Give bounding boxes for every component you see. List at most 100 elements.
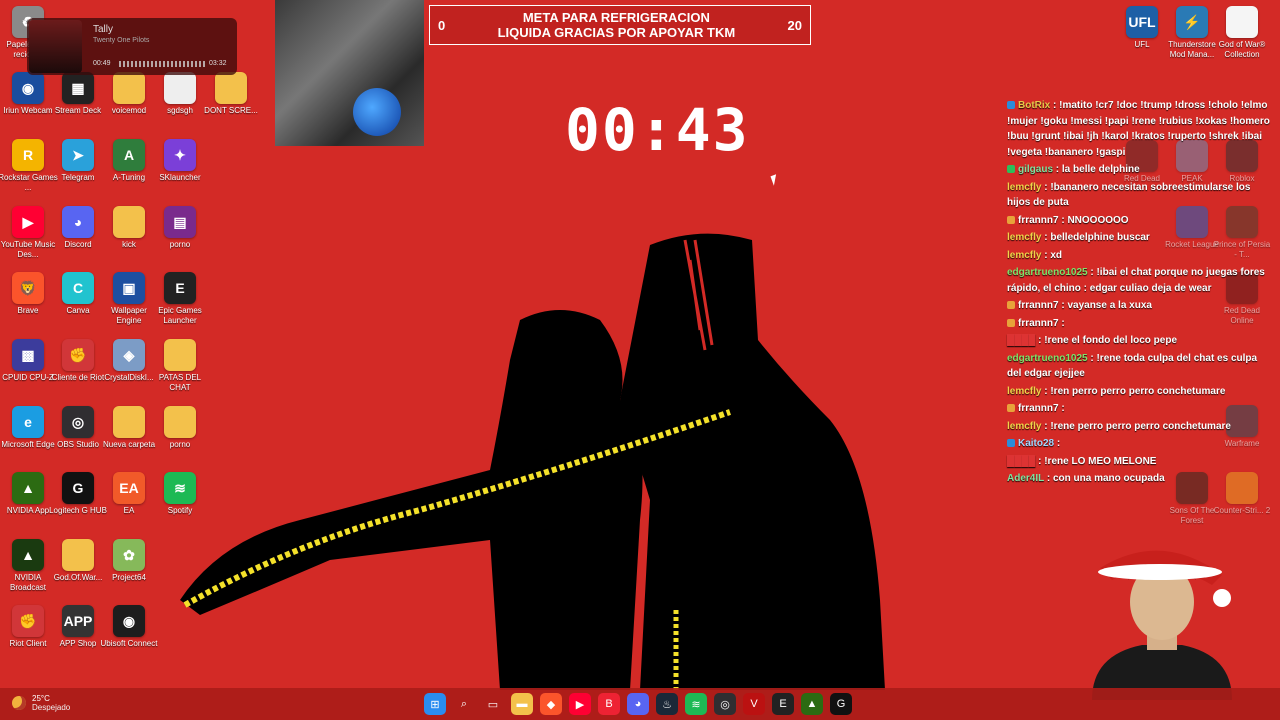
chat-overlay: BotRix : !matito !cr7 !doc !trump !dross… — [1005, 98, 1275, 489]
folder-icon — [62, 539, 94, 571]
desktop-icon[interactable]: ▤ porno — [150, 206, 210, 250]
desktop-icon-label: DONT SCRE... — [204, 106, 258, 115]
youtube-music-icon[interactable]: ▶ — [569, 693, 591, 715]
ubisoft-icon: ◉ — [113, 605, 145, 637]
chat-message: frrannn7 : vayanse a la xuxa — [1007, 298, 1273, 314]
folder-icon — [113, 406, 145, 438]
thunderstore-icon: ⚡ — [1176, 6, 1208, 38]
chat-username[interactable]: gilgaus — [1018, 164, 1053, 175]
chat-text: : !rene LO MEO MELONE — [1035, 455, 1157, 467]
steam-icon[interactable]: ♨ — [656, 693, 678, 715]
youtube-music-icon: ▶ — [12, 206, 44, 238]
desktop-icon[interactable]: PATAS DEL CHAT — [150, 339, 210, 393]
app-icon[interactable]: B — [598, 693, 620, 715]
chat-username[interactable]: lemcfly — [1007, 250, 1041, 261]
chat-username[interactable]: lemcfly — [1007, 386, 1041, 397]
edge-icon: e — [12, 406, 44, 438]
obs-icon: ◎ — [62, 406, 94, 438]
chat-username[interactable]: ████ — [1007, 456, 1035, 467]
chat-message: frrannn7 : — [1007, 401, 1273, 417]
riot-client-icon: ✊ — [62, 339, 94, 371]
telegram-icon: ➤ — [62, 139, 94, 171]
chat-message: gilgaus : la belle delphine — [1007, 162, 1273, 178]
chat-username[interactable]: lemcfly — [1007, 182, 1041, 193]
goal-title: META PARA REFRIGERACION LIQUIDA GRACIAS P… — [497, 10, 736, 40]
nvidia-icon[interactable]: ▲ — [801, 693, 823, 715]
nvidia-broadcast-icon: ▲ — [12, 539, 44, 571]
brave-icon[interactable]: ◆ — [540, 693, 562, 715]
file-explorer-icon[interactable]: ▬ — [511, 693, 533, 715]
silhouette-right — [620, 233, 885, 691]
webcam-feed — [275, 0, 424, 146]
spotify-icon: ≋ — [164, 472, 196, 504]
elapsed-time: 00:49 — [93, 60, 111, 67]
chat-username[interactable]: frrannn7 — [1018, 403, 1059, 414]
valorant-icon[interactable]: V — [743, 693, 765, 715]
chat-text: : !rene perro perro perro conchetumare — [1041, 420, 1231, 432]
silhouette-left — [180, 310, 643, 690]
chat-message: lemcfly : !rene perro perro perro conche… — [1007, 419, 1273, 435]
desktop-icon-label: Spotify — [167, 506, 193, 515]
obs-icon[interactable]: ◎ — [714, 693, 736, 715]
image-file-icon — [164, 72, 196, 104]
chat-username[interactable]: Kaito28 — [1018, 438, 1054, 449]
desktop-icon[interactable]: ◉ Ubisoft Connect — [99, 605, 159, 649]
desktop-icon[interactable]: ✦ SKlauncher — [150, 139, 210, 183]
chat-username[interactable]: frrannn7 — [1018, 300, 1059, 311]
sklauncher-icon: ✦ — [164, 139, 196, 171]
chat-badge-icon — [1007, 404, 1015, 413]
weather-widget[interactable]: 25°C Despejado — [12, 694, 70, 712]
waveform-bar[interactable] — [119, 61, 205, 67]
chat-username[interactable]: BotRix — [1018, 100, 1050, 111]
chat-username[interactable]: edgartrueno1025 — [1007, 353, 1088, 364]
chat-text: : vayanse a la xuxa — [1058, 300, 1152, 311]
chat-badge-icon — [1007, 215, 1015, 224]
chat-username[interactable]: edgartrueno1025 — [1007, 267, 1088, 278]
music-widget[interactable]: Tally Twenty One Pilots 00:49 03:32 — [27, 18, 237, 75]
desktop-icon[interactable]: E Epic Games Launcher — [150, 272, 210, 326]
chat-username[interactable]: Ader4IL — [1007, 473, 1044, 484]
desktop-icon[interactable]: DONT SCRE... — [201, 72, 261, 116]
chat-message: Kaito28 : — [1007, 436, 1273, 452]
chat-message: lemcfly : !ren perro perro perro conchet… — [1007, 384, 1273, 400]
chat-username[interactable]: lemcfly — [1007, 232, 1041, 243]
logitech-icon[interactable]: G — [830, 693, 852, 715]
start-icon[interactable]: ⊞ — [424, 693, 446, 715]
project64-icon: ✿ — [113, 539, 145, 571]
task-view-icon[interactable]: ▭ — [482, 693, 504, 715]
desktop-icon-label: Ubisoft Connect — [100, 639, 158, 648]
chat-text: : — [1058, 403, 1065, 414]
desktop-icon-label: porno — [169, 440, 191, 449]
desktop-icon[interactable]: God of War® Collection — [1212, 6, 1272, 60]
desktop-icon[interactable]: ≋ Spotify — [150, 472, 210, 516]
epic-games-icon: E — [164, 272, 196, 304]
chat-username[interactable]: lemcfly — [1007, 421, 1041, 432]
folder-icon — [113, 72, 145, 104]
album-cover — [29, 20, 82, 73]
document-icon — [1226, 6, 1258, 38]
chat-message: frrannn7 : NNOOOOOO — [1007, 213, 1273, 229]
discord-icon[interactable]: ◕ — [627, 693, 649, 715]
brave-icon: 🦁 — [12, 272, 44, 304]
ball-object — [353, 88, 401, 136]
spotify-icon[interactable]: ≋ — [685, 693, 707, 715]
chat-text: : xd — [1041, 249, 1063, 261]
moon-icon — [12, 696, 26, 710]
chat-username[interactable]: frrannn7 — [1018, 215, 1059, 226]
chat-username[interactable]: ████ — [1007, 335, 1035, 346]
search-icon[interactable]: ⌕ — [453, 693, 475, 715]
chat-text: : belledelphine buscar — [1041, 232, 1150, 243]
ea-icon: EA — [113, 472, 145, 504]
desktop-icon[interactable]: porno — [150, 406, 210, 450]
song-artist: Twenty One Pilots — [93, 37, 150, 44]
folder-icon — [113, 206, 145, 238]
rockstar-icon: R — [12, 139, 44, 171]
epic-games-icon[interactable]: E — [772, 693, 794, 715]
webcam-icon: ◉ — [12, 72, 44, 104]
chat-message: BotRix : !matito !cr7 !doc !trump !dross… — [1007, 98, 1273, 160]
logitech-icon: G — [62, 472, 94, 504]
countdown-timer: 00:43 — [565, 96, 750, 164]
desktop-icon[interactable]: ✿ Project64 — [99, 539, 159, 583]
crystal-disk-icon: ◈ — [113, 339, 145, 371]
chat-username[interactable]: frrannn7 — [1018, 318, 1059, 329]
